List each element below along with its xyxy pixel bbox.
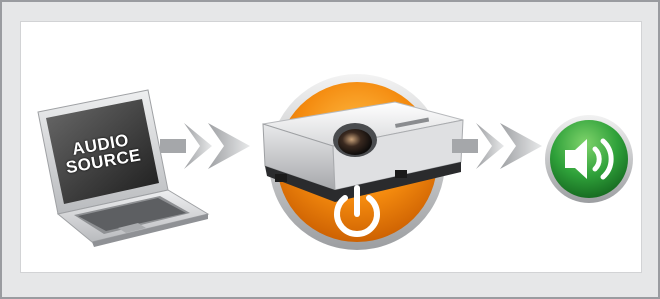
double-chevron-arrow-icon bbox=[452, 121, 544, 171]
double-chevron-arrow-icon bbox=[160, 121, 252, 171]
power-icon bbox=[329, 184, 385, 242]
projector-icon bbox=[245, 62, 470, 252]
speaker-volume-icon bbox=[543, 113, 635, 205]
laptop-screen: AUDIO SOURCE bbox=[48, 104, 156, 202]
